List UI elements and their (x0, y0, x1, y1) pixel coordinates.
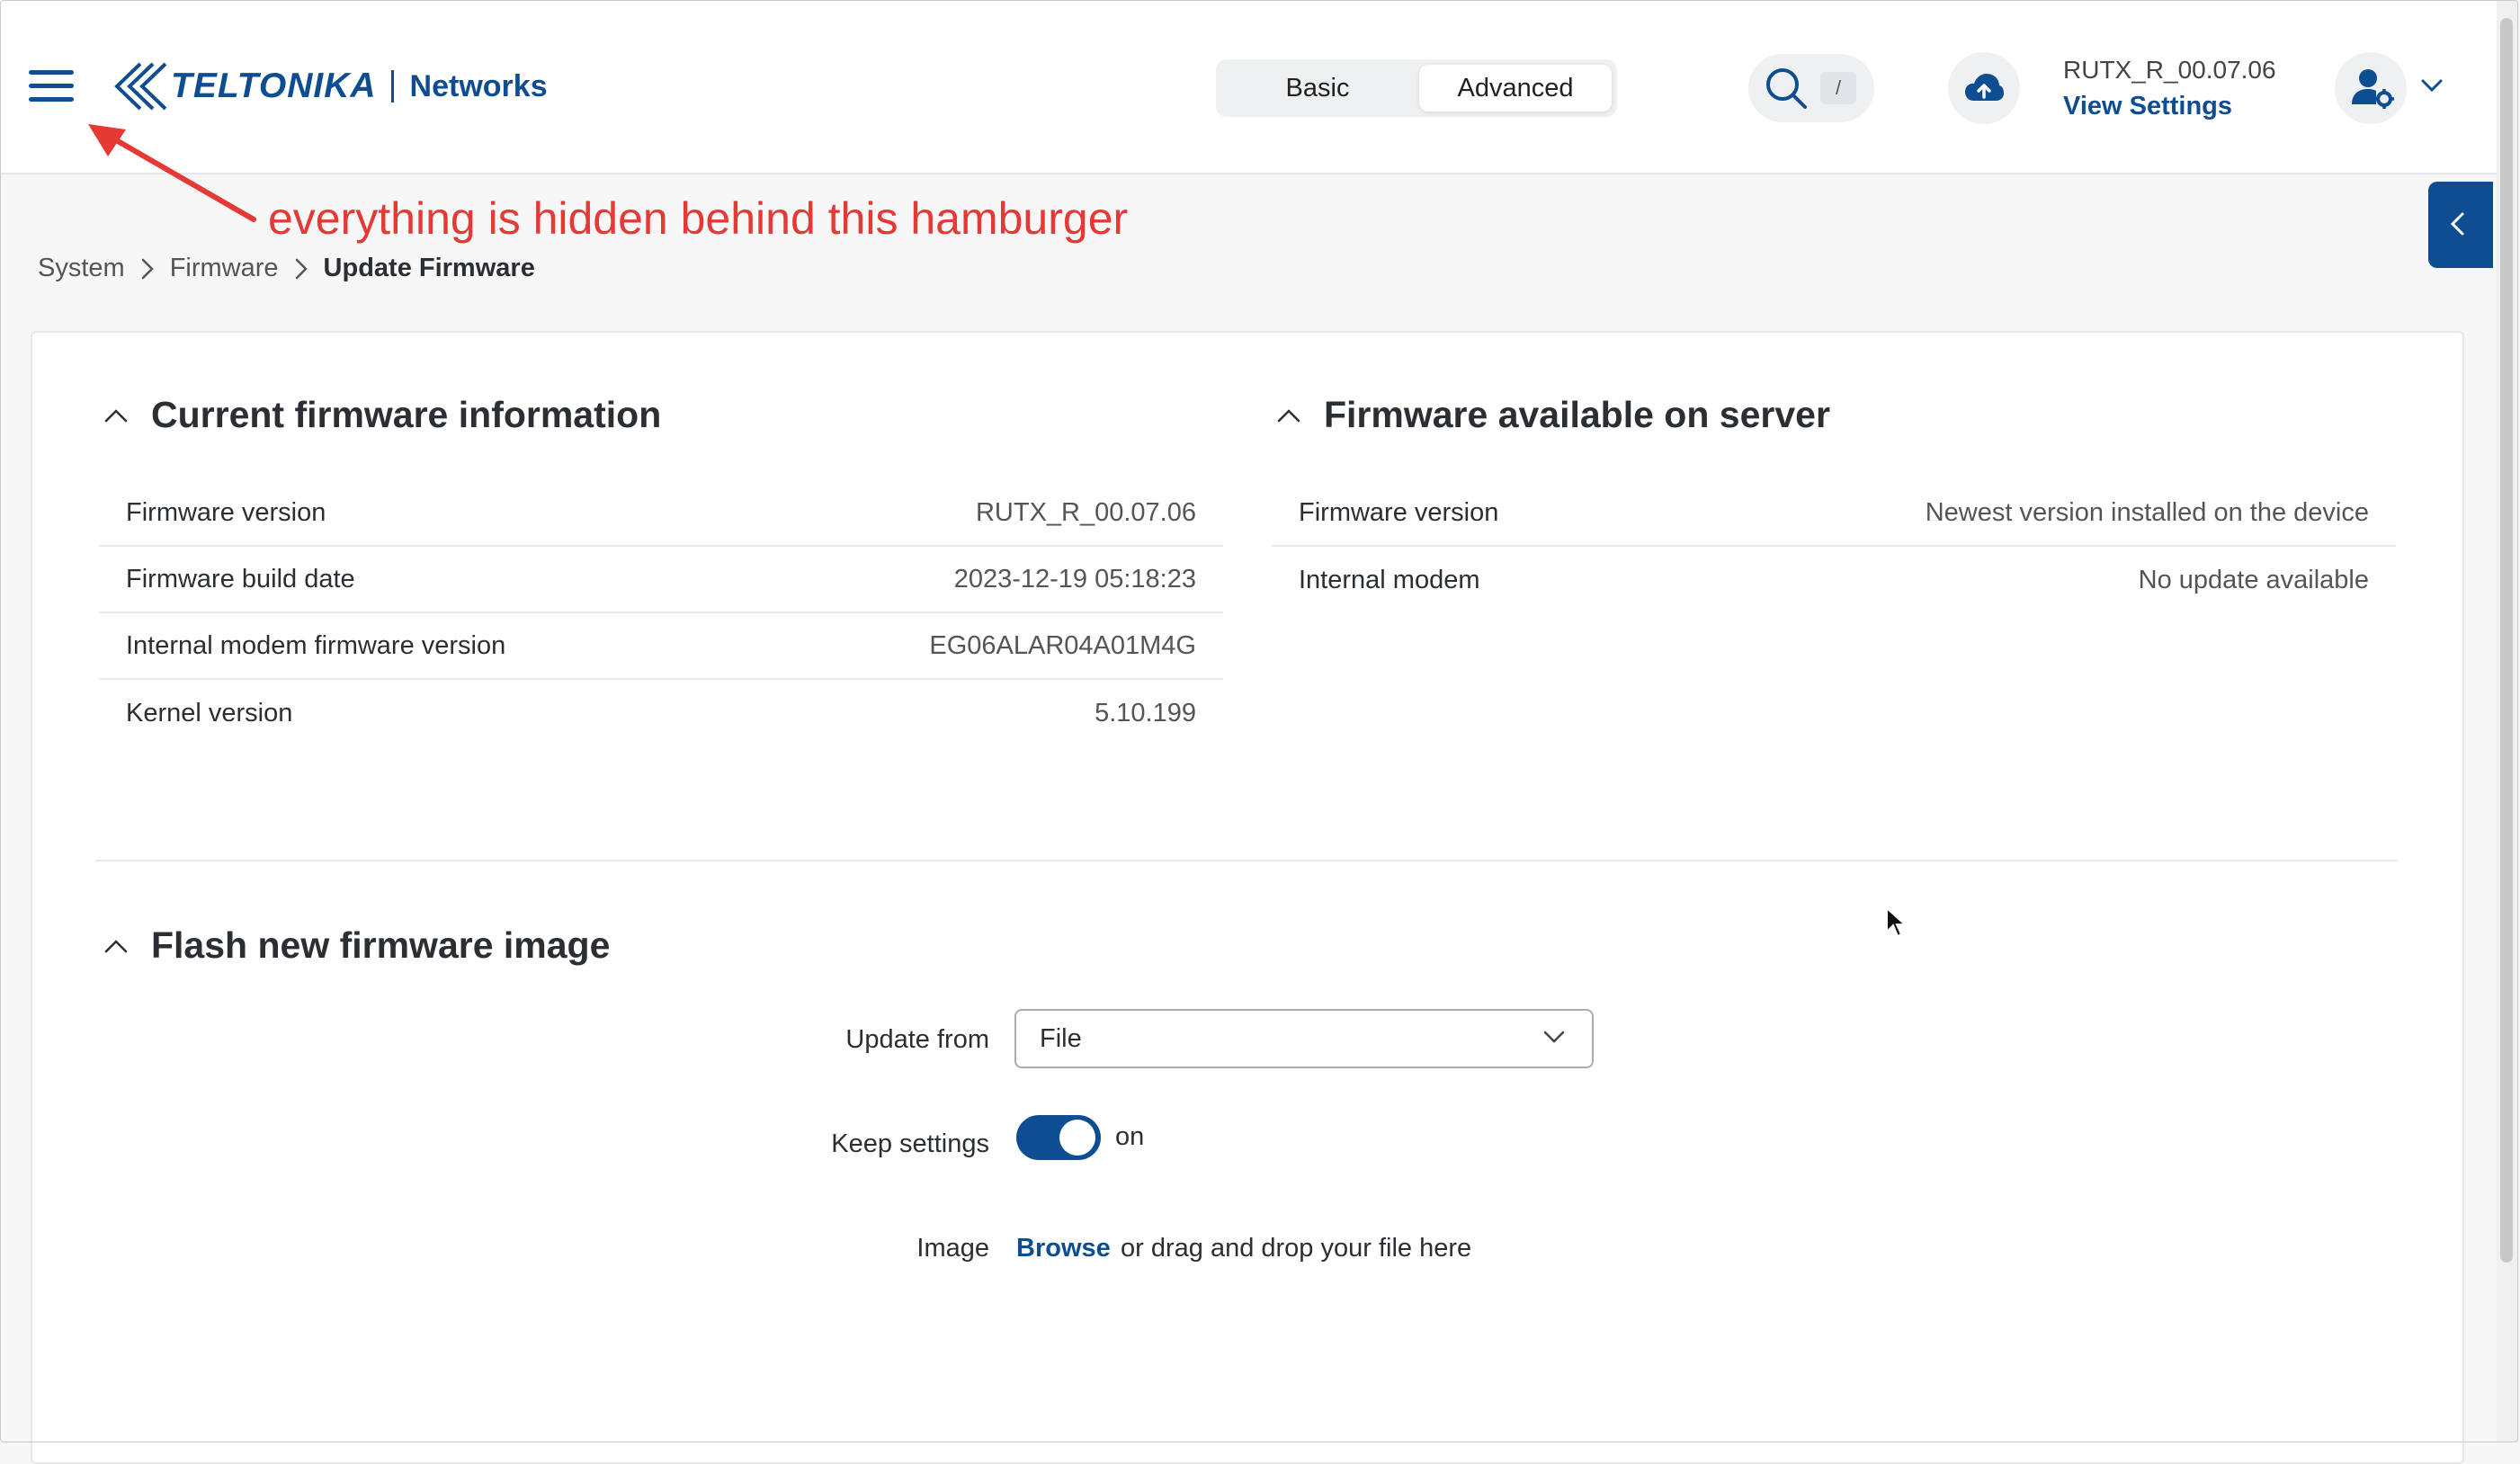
row-label: Firmware version (126, 497, 326, 527)
row-value: 2023-12-19 05:18:23 (953, 564, 1196, 594)
row-value: EG06ALAR04A01M4G (929, 630, 1196, 660)
server-firmware-title: Firmware available on server (1324, 394, 1830, 435)
chevron-down-icon (1543, 1031, 1565, 1043)
row-label: Firmware version (1299, 497, 1499, 527)
image-label: Image (916, 1234, 989, 1263)
row-value: RUTX_R_00.07.06 (975, 497, 1196, 527)
breadcrumb-item-system[interactable]: System (38, 254, 125, 283)
table-row: Internal modem firmware version EG06ALAR… (99, 613, 1223, 680)
hamburger-icon-bar (29, 84, 74, 88)
cloud-upload-icon (1965, 74, 2004, 101)
chevron-down-icon[interactable] (2421, 79, 2443, 92)
keep-settings-toggle[interactable] (1016, 1115, 1101, 1160)
flash-firmware-title: Flash new firmware image (151, 924, 611, 966)
server-firmware-table: Firmware version Newest version installe… (1272, 480, 2396, 613)
row-label: Internal modem (1299, 565, 1480, 594)
current-firmware-title: Current firmware information (151, 394, 662, 435)
top-header: TELTONIKA Networks Basic Advanced / RUTX… (0, 0, 2497, 174)
table-row: Firmware version RUTX_R_00.07.06 (99, 480, 1223, 547)
flash-firmware-header[interactable]: Flash new firmware image (104, 924, 610, 967)
section-divider (95, 860, 2398, 861)
table-row: Kernel version 5.10.199 (99, 680, 1223, 746)
hamburger-menu-button[interactable] (29, 70, 74, 103)
firmware-update-button[interactable] (1948, 52, 2020, 124)
chevron-right-icon (141, 258, 154, 279)
row-label: Firmware build date (126, 564, 355, 594)
view-settings-link[interactable]: View Settings (2063, 92, 2232, 121)
chevron-right-icon (295, 258, 308, 279)
mode-basic-button[interactable]: Basic (1221, 65, 1414, 112)
chevron-left-icon (2450, 212, 2464, 236)
row-value: 5.10.199 (1095, 698, 1196, 728)
update-from-value: File (1040, 1023, 1082, 1053)
user-settings-icon (2352, 69, 2394, 109)
search-shortcut-key: / (1820, 72, 1856, 104)
breadcrumb-current: Update Firmware (323, 254, 535, 282)
hamburger-icon-bar (29, 70, 74, 75)
update-from-select[interactable]: File (1014, 1009, 1594, 1068)
search-button[interactable]: / (1748, 54, 1874, 122)
keep-settings-label: Keep settings (831, 1129, 989, 1158)
chevron-up-icon (1277, 408, 1300, 422)
table-row: Firmware build date 2023-12-19 05:18:23 (99, 547, 1223, 613)
mode-switch: Basic Advanced (1216, 59, 1617, 117)
row-label: Kernel version (126, 698, 293, 728)
firmware-version-text: RUTX_R_00.07.06 (2063, 56, 2276, 84)
mouse-cursor-icon (1886, 906, 1907, 938)
hamburger-icon-bar (29, 97, 74, 102)
current-firmware-header[interactable]: Current firmware information (104, 394, 661, 436)
annotation-text: everything is hidden behind this hamburg… (268, 193, 1129, 244)
row-value: Newest version installed on the device (1925, 497, 2369, 527)
teltonika-logo[interactable]: TELTONIKA Networks (113, 59, 548, 113)
logo-separator (390, 70, 394, 103)
current-firmware-table: Firmware version RUTX_R_00.07.06 Firmwar… (99, 480, 1223, 746)
breadcrumb: System Firmware Update Firmware (38, 254, 535, 283)
chevron-up-icon (104, 939, 128, 952)
search-icon (1766, 68, 1807, 109)
chevron-up-icon (104, 408, 128, 422)
logo-text: TELTONIKA (171, 67, 377, 105)
toggle-knob (1059, 1120, 1095, 1156)
logo-subtext: Networks (409, 68, 548, 103)
table-row: Internal modem No update available (1272, 547, 2396, 613)
side-panel-toggle[interactable] (2428, 182, 2493, 268)
row-label: Internal modem firmware version (126, 630, 506, 660)
file-dropzone-text[interactable]: or drag and drop your file here (1121, 1234, 1471, 1263)
browse-file-link[interactable]: Browse (1016, 1234, 1111, 1263)
breadcrumb-item-firmware[interactable]: Firmware (170, 254, 279, 283)
table-row: Firmware version Newest version installe… (1272, 480, 2396, 547)
update-from-label: Update from (845, 1025, 989, 1054)
teltonika-logo-icon (114, 62, 167, 111)
annotation-arrow-icon (88, 124, 256, 222)
scrollbar-thumb[interactable] (2500, 18, 2513, 1263)
user-menu-button[interactable] (2335, 52, 2407, 124)
keep-settings-state: on (1115, 1122, 1145, 1151)
mode-advanced-button[interactable]: Advanced (1419, 65, 1612, 112)
row-value: No update available (2138, 565, 2369, 594)
server-firmware-header[interactable]: Firmware available on server (1277, 394, 1830, 436)
